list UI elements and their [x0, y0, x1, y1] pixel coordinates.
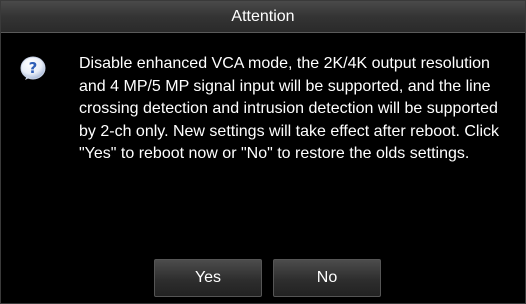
yes-button[interactable]: Yes [154, 259, 262, 297]
dialog-titlebar: Attention [1, 1, 525, 33]
svg-text:?: ? [29, 59, 38, 77]
dialog-message: Disable enhanced VCA mode, the 2K/4K out… [79, 55, 500, 162]
dialog-title: Attention [231, 7, 295, 25]
question-icon: ? [20, 55, 46, 81]
attention-dialog: Attention ? Disable enhanced VCA mode, t… [0, 0, 526, 304]
dialog-body: ? Disable enhanced VCA mode, the 2K/4K o… [1, 34, 525, 303]
no-button[interactable]: No [273, 259, 381, 297]
